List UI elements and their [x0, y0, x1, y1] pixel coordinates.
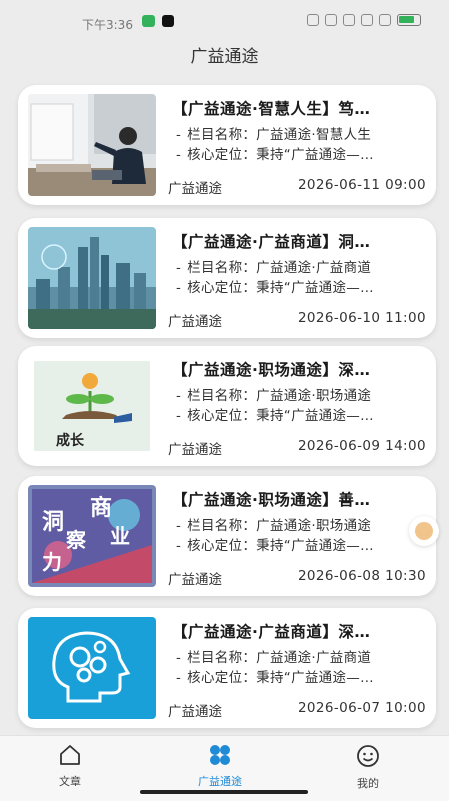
article-card[interactable]: 【广益通途·广益商道】深… - 栏目名称：广益通途·广益商道 - 核心定位：秉持“广… — [18, 608, 436, 728]
battery-icon — [397, 14, 421, 26]
app-notification-icon — [142, 15, 155, 27]
article-source: 广益通途 — [168, 442, 222, 458]
page-title: 广益通途 — [190, 47, 259, 67]
status-time: 下午3:36 — [82, 18, 133, 32]
article-source: 广益通途 — [168, 314, 222, 330]
svg-text:力: 力 — [42, 550, 62, 574]
article-date: 2026-06-10 11:00 — [297, 310, 426, 326]
article-position: - 核心定位：秉持“广益通途—… — [176, 538, 374, 554]
article-date: 2026-06-07 10:00 — [297, 700, 426, 716]
article-thumbnail: 成长 — [28, 355, 156, 457]
article-column: - 栏目名称：广益通途·广益商道 — [176, 260, 372, 276]
article-title: 【广益通途·广益商道】洞… — [172, 233, 371, 251]
article-date: 2026-06-08 10:30 — [297, 568, 426, 584]
bluetooth-icon — [343, 14, 355, 26]
article-title: 【广益通途·职场通途】深… — [172, 361, 371, 379]
article-position: - 核心定位：秉持“广益通途—… — [176, 147, 374, 163]
article-title: 【广益通途·职场通途】善… — [172, 491, 371, 509]
article-card[interactable]: 【广益通途·广益商道】洞… - 栏目名称：广益通途·广益商道 - 核心定位：秉持“广… — [18, 218, 436, 338]
floating-assistant-button[interactable] — [409, 516, 439, 546]
article-column: - 栏目名称：广益通途·职场通途 — [176, 518, 372, 534]
article-source: 广益通途 — [168, 704, 222, 720]
assistant-icon — [415, 522, 433, 540]
article-thumbnail: 洞 商 察 业 力 — [28, 485, 156, 587]
article-column: - 栏目名称：广益通途·广益商道 — [176, 650, 372, 666]
tab-label: 广益通途 — [198, 775, 242, 788]
article-thumbnail — [28, 227, 156, 329]
system-icons — [307, 14, 421, 26]
article-source: 广益通途 — [168, 572, 222, 588]
tab-label: 文章 — [59, 775, 81, 788]
status-bar: 下午3:36 — [0, 0, 449, 44]
article-column: - 栏目名称：广益通途·智慧人生 — [176, 127, 372, 143]
tab-articles[interactable]: 文章 — [30, 744, 110, 789]
article-position: - 核心定位：秉持“广益通途—… — [176, 280, 374, 296]
article-source: 广益通途 — [168, 181, 222, 197]
home-indicator[interactable] — [140, 790, 308, 794]
tab-label: 我的 — [357, 777, 379, 790]
article-position: - 核心定位：秉持“广益通途—… — [176, 408, 374, 424]
article-date: 2026-06-09 14:00 — [297, 438, 426, 454]
wifi-icon — [379, 14, 391, 26]
nfc-icon — [307, 14, 319, 26]
article-title: 【广益通途·智慧人生】笃… — [172, 100, 371, 118]
article-title: 【广益通途·广益商道】深… — [172, 623, 371, 641]
grid-icon — [210, 745, 230, 765]
vibrate-icon — [325, 14, 337, 26]
article-card[interactable]: 洞 商 察 业 力 【广益通途·职场通途】善… - 栏目名称：广益通途·职场通途 … — [18, 476, 436, 596]
home-icon — [60, 745, 80, 765]
alarm-icon — [361, 14, 373, 26]
smile-icon — [357, 745, 379, 767]
tab-guangyi[interactable]: 广益通途 — [180, 744, 260, 789]
article-position: - 核心定位：秉持“广益通途—… — [176, 670, 374, 686]
article-date: 2026-06-11 09:00 — [297, 177, 426, 193]
svg-text:业: 业 — [110, 524, 130, 548]
svg-text:商: 商 — [90, 495, 112, 521]
svg-text:察: 察 — [66, 528, 87, 552]
svg-text:成长: 成长 — [56, 432, 85, 449]
article-column: - 栏目名称：广益通途·职场通途 — [176, 388, 372, 404]
article-card[interactable]: 成长 【广益通途·职场通途】深… - 栏目名称：广益通途·职场通途 - 核心定位：秉… — [18, 346, 436, 466]
tab-mine[interactable]: 我的 — [328, 744, 408, 791]
article-thumbnail — [28, 617, 156, 719]
tiktok-notification-icon — [162, 15, 174, 27]
article-card[interactable]: 【广益通途·智慧人生】笃… - 栏目名称：广益通途·智慧人生 - 核心定位：秉持“广… — [18, 85, 436, 205]
article-thumbnail — [28, 94, 156, 196]
svg-text:洞: 洞 — [42, 510, 64, 535]
